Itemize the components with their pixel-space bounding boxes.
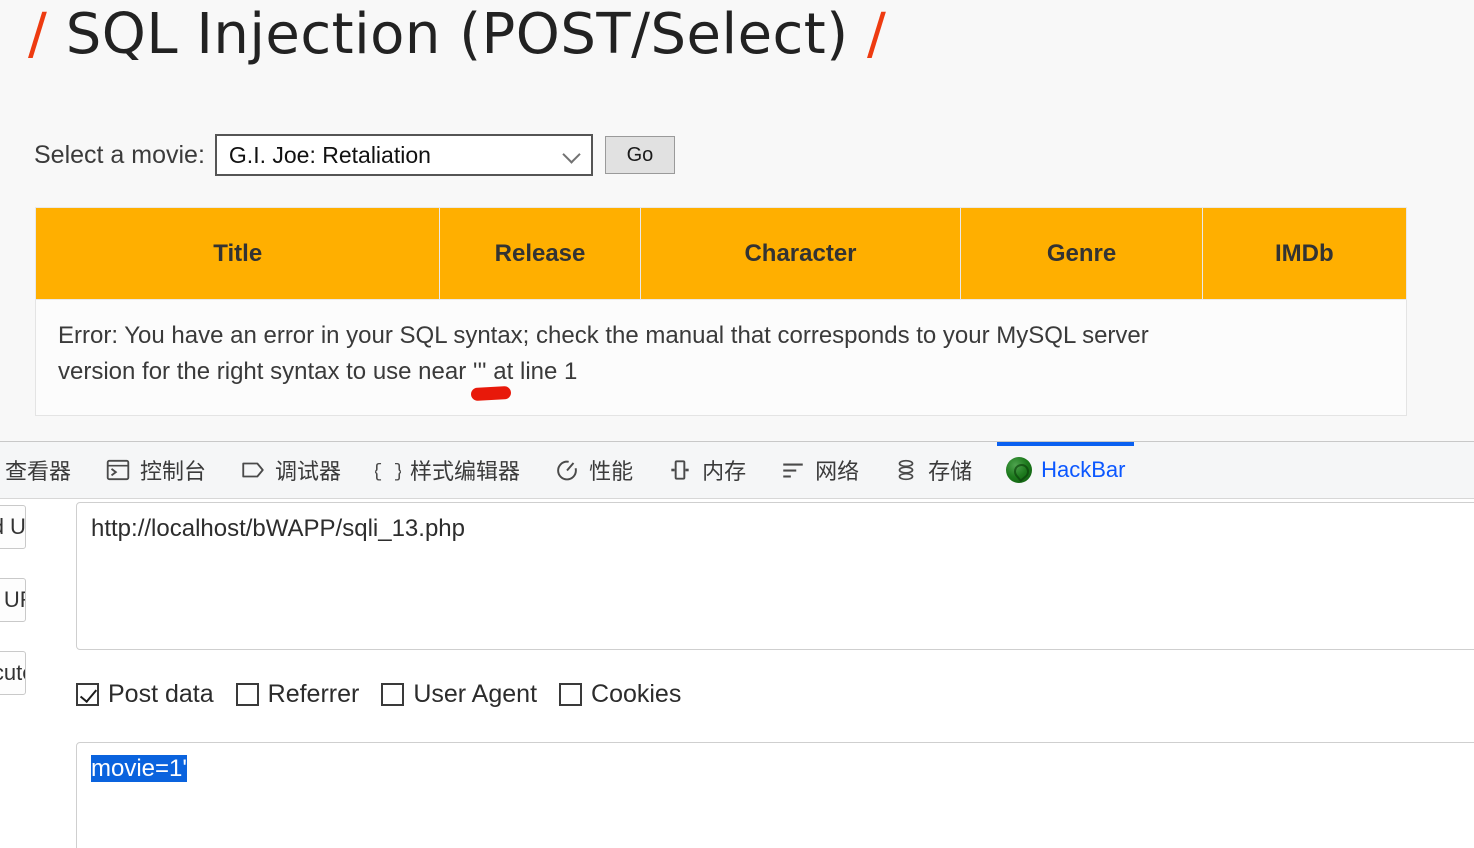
sql-error-line-2-before: version for the right syntax to use near (58, 357, 473, 385)
tab-inspector-label: 查看器 (5, 459, 72, 484)
screenshot-root: / SQL Injection (POST/Select) / Select a… (0, 0, 1474, 848)
checkbox-post-data[interactable]: Post data (76, 680, 214, 709)
post-data-input[interactable]: movie=1' (76, 742, 1474, 848)
tab-debugger-label: 调试器 (275, 459, 342, 484)
checkbox-referrer[interactable]: Referrer (235, 680, 360, 709)
bwapp-page: / SQL Injection (POST/Select) / Select a… (0, 0, 1474, 441)
style-editor-icon: { } (371, 457, 404, 483)
sql-error-line-1: Error: You have an error in your SQL syn… (58, 322, 1149, 349)
tab-style-editor[interactable]: { } 样式编辑器 (358, 442, 537, 498)
checkbox-user-agent-box[interactable] (381, 683, 405, 706)
tab-storage[interactable]: 存储 (876, 442, 989, 498)
tab-performance-label: 性能 (589, 459, 634, 484)
checkbox-user-agent-label: User Agent (413, 680, 538, 708)
tab-hackbar[interactable]: HackBar (989, 442, 1142, 498)
network-icon (780, 457, 806, 483)
sql-error-cell: Error: You have an error in your SQL syn… (35, 298, 1407, 417)
devtools-tabbar: 查看器 控制台 调试器 { } 样式编辑器 (0, 442, 1474, 499)
checkbox-user-agent[interactable]: User Agent (381, 680, 537, 709)
table-row: Error: You have an error in your SQL syn… (35, 298, 1407, 417)
performance-icon (554, 457, 580, 483)
execute-button[interactable]: Execute (0, 651, 26, 695)
tab-storage-label: 存储 (928, 459, 973, 484)
svg-text:{ }: { } (375, 462, 401, 483)
memory-icon (667, 457, 693, 483)
console-icon (105, 457, 131, 483)
checkbox-referrer-label: Referrer (267, 680, 360, 708)
tab-console[interactable]: 控制台 (88, 442, 223, 498)
checkbox-cookies[interactable]: Cookies (559, 680, 681, 709)
load-url-button[interactable]: Load URL (0, 505, 26, 549)
chevron-down-icon (563, 146, 581, 164)
tab-console-label: 控制台 (140, 459, 207, 484)
title-slash-left: / (28, 2, 48, 67)
tab-performance[interactable]: 性能 (537, 442, 650, 498)
tab-style-editor-label: 样式编辑器 (410, 459, 521, 484)
column-header-imdb[interactable]: IMDb (1201, 207, 1408, 300)
hackbar-icon (1006, 457, 1033, 483)
sql-error-quotes: ''' (472, 357, 487, 385)
hackbar-options-row: Post data Referrer User Agent Cookies (76, 680, 703, 709)
red-annotation-mark (470, 385, 512, 402)
checkbox-post-data-label: Post data (108, 680, 214, 708)
sql-error-quote-mark: ''' (470, 354, 512, 402)
sql-error-message: Error: You have an error in your SQL syn… (58, 318, 1384, 402)
table-header-row: Title Release Character Genre IMDb (34, 207, 1408, 300)
tab-inspector[interactable]: 查看器 (0, 442, 88, 498)
tab-hackbar-label: HackBar (1041, 457, 1126, 482)
split-url-button[interactable]: Split URL (0, 578, 26, 622)
sql-error-line-2-after: at line 1 (486, 357, 578, 385)
movie-select-value: G.I. Joe: Retaliation (228, 141, 431, 168)
tab-memory-label: 内存 (702, 459, 747, 484)
tab-debugger[interactable]: 调试器 (223, 442, 358, 498)
storage-icon (893, 457, 919, 483)
tab-network[interactable]: 网络 (763, 442, 876, 498)
checkbox-post-data-box[interactable] (76, 683, 99, 706)
go-button[interactable]: Go (604, 136, 675, 174)
title-slash-right: / (866, 2, 887, 67)
url-input[interactable]: http://localhost/bWAPP/sqli_13.php (76, 502, 1474, 650)
select-a-movie-label: Select a movie: (34, 140, 205, 169)
column-header-character[interactable]: Character (639, 207, 962, 300)
page-title: / SQL Injection (POST/Select) / (28, 2, 886, 67)
column-header-genre[interactable]: Genre (960, 207, 1203, 300)
checkbox-cookies-box[interactable] (559, 683, 583, 706)
column-header-release[interactable]: Release (439, 207, 641, 300)
movie-select-dropdown[interactable]: G.I. Joe: Retaliation (214, 134, 593, 176)
movie-select-form: Select a movie: G.I. Joe: Retaliation Go (34, 134, 675, 176)
post-data-selected-text: movie=1' (91, 755, 187, 782)
tab-network-label: 网络 (815, 459, 860, 484)
title-text: SQL Injection (POST/Select) (65, 2, 849, 67)
debugger-icon (240, 457, 266, 483)
checkbox-cookies-label: Cookies (591, 680, 682, 708)
checkbox-referrer-box[interactable] (235, 683, 259, 706)
column-header-title[interactable]: Title (34, 207, 441, 300)
tab-memory[interactable]: 内存 (650, 442, 763, 498)
results-table: Title Release Character Genre IMDb Error… (34, 207, 1408, 417)
